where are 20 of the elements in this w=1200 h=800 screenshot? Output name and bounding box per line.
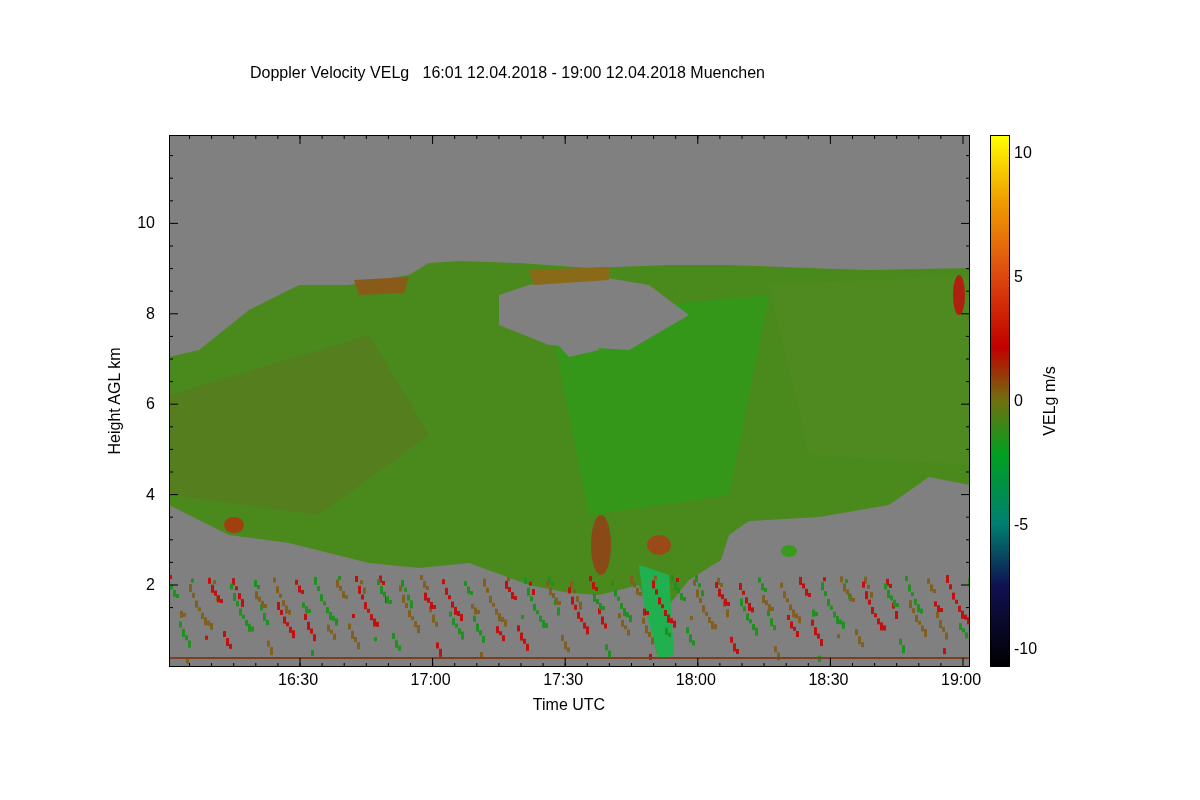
y-tick-label: 8 [146,304,155,323]
chart-title: Doppler Velocity VELg 16:01 12.04.2018 - 19:00 12.04.2018 Muenchen [249,63,765,82]
y-tick-label: 4 [146,485,155,504]
x-tick-label: 18:00 [675,671,716,689]
x-tick-label: 18:30 [808,671,849,689]
y-tick-label: 6 [146,395,155,413]
color-scale-label: VELg m/s [1041,366,1059,436]
x-tick-label: 19:00 [941,671,982,689]
x-axis-label: Time UTC [532,696,606,714]
y-axis-label: Height AGL km [106,347,124,455]
color-scale-tick-label: 5 [1014,268,1023,286]
color-scale-tick-label: 10 [1014,144,1032,162]
x-tick-label: 17:30 [543,671,584,689]
y-tick-label: 2 [146,576,155,594]
x-tick-label: 17:00 [410,671,451,689]
y-tick-label: 10 [137,214,155,232]
color-scale-tick-label: -5 [1014,516,1029,534]
color-scale-tick-label: -10 [1014,640,1038,658]
x-tick-label: 16:30 [278,671,319,689]
color-scale-tick-label: 0 [1014,392,1023,410]
